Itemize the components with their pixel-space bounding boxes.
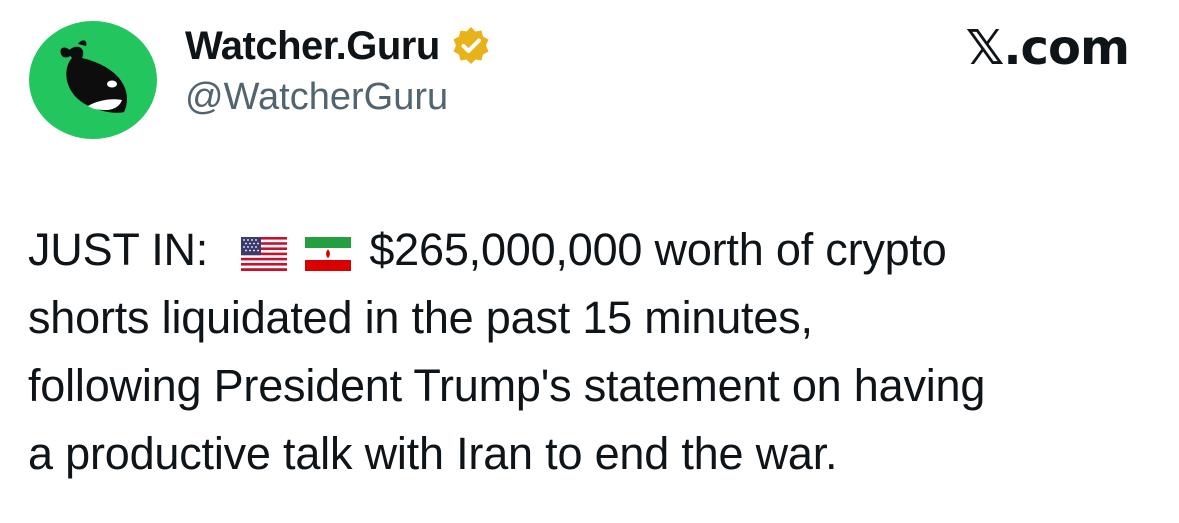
whale-logo-icon (29, 21, 157, 139)
author-handle[interactable]: @WatcherGuru (185, 76, 448, 119)
display-name[interactable]: Watcher.Guru (185, 24, 440, 69)
tweet-line-4: a productive talk with Iran to end the w… (28, 428, 838, 479)
tweet-card: Watcher.Guru @WatcherGuru 𝕏.com JUST IN: (0, 0, 1179, 523)
verified-badge-icon (450, 25, 492, 67)
brand-label: 𝕏.com (965, 20, 1130, 76)
tweet-line-2: shorts liquidated in the past 15 minutes… (28, 292, 813, 343)
tweet-line-1: JUST IN: $265,000,000 worth of crypto (28, 216, 1158, 284)
tweet-text: JUST IN: $265,000,000 worth of crypto sh… (28, 216, 1158, 488)
avatar[interactable] (28, 20, 158, 140)
tweet-prefix: JUST IN: (28, 224, 209, 275)
tweet-line-3: following President Trump's statement on… (28, 360, 986, 411)
iran-flag-icon (305, 237, 352, 271)
author-name-row: Watcher.Guru (185, 18, 492, 74)
tweet-line-1-rest: $265,000,000 worth of crypto (369, 224, 947, 275)
us-flag-icon (240, 237, 287, 271)
